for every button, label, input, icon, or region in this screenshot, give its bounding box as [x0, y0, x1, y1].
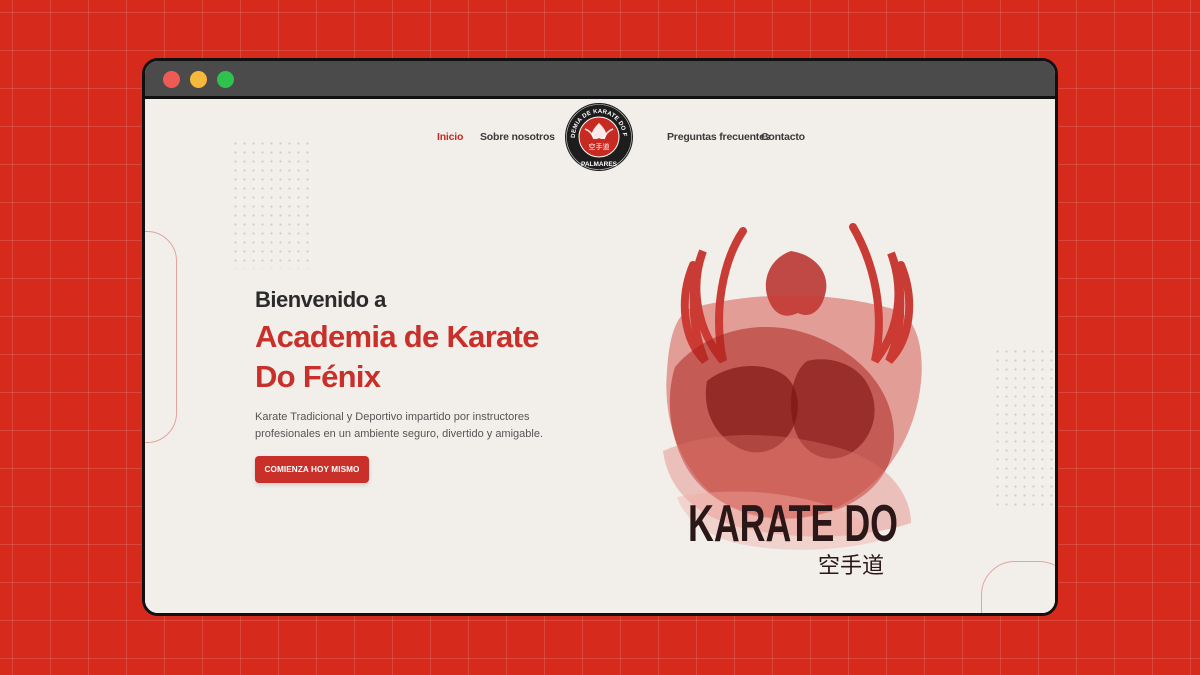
- hero-title: Academia de Karate Do Fénix: [255, 319, 539, 394]
- maximize-window-button[interactable]: [217, 71, 234, 88]
- karate-do-artwork: KARATE DO 空手道: [663, 223, 922, 579]
- hero-pretitle: Bienvenido a: [255, 287, 386, 312]
- nav-item-sobre-nosotros[interactable]: Sobre nosotros: [480, 131, 555, 143]
- web-page: Inicio Sobre nosotros Preguntas frecuent…: [145, 99, 1055, 613]
- browser-titlebar: [145, 61, 1055, 99]
- cta-button[interactable]: COMIENZA HOY MISMO: [255, 456, 369, 483]
- hero-description: Karate Tradicional y Deportivo impartido…: [255, 411, 544, 440]
- nav-item-preguntas-frecuentes[interactable]: Preguntas frecuentes: [667, 131, 771, 143]
- artwork-title: KARATE DO: [688, 495, 898, 553]
- outline-shape-decoration: [145, 231, 177, 443]
- minimize-window-button[interactable]: [190, 71, 207, 88]
- nav-item-inicio[interactable]: Inicio: [437, 131, 463, 143]
- academy-logo[interactable]: ACADEMIA DE KARATE DO FENIX 空手道 PALMARES: [563, 101, 635, 173]
- artwork-kanji: 空手道: [818, 554, 884, 579]
- browser-window: Inicio Sobre nosotros Preguntas frecuent…: [142, 58, 1058, 616]
- dot-pattern-decoration: [993, 347, 1053, 507]
- logo-bottom-text: PALMARES: [581, 161, 618, 168]
- nav-item-contacto[interactable]: Contacto: [761, 131, 805, 143]
- close-window-button[interactable]: [163, 71, 180, 88]
- logo-kanji: 空手道: [589, 142, 610, 151]
- dot-pattern-decoration: [231, 139, 311, 269]
- outline-shape-decoration: [981, 561, 1055, 613]
